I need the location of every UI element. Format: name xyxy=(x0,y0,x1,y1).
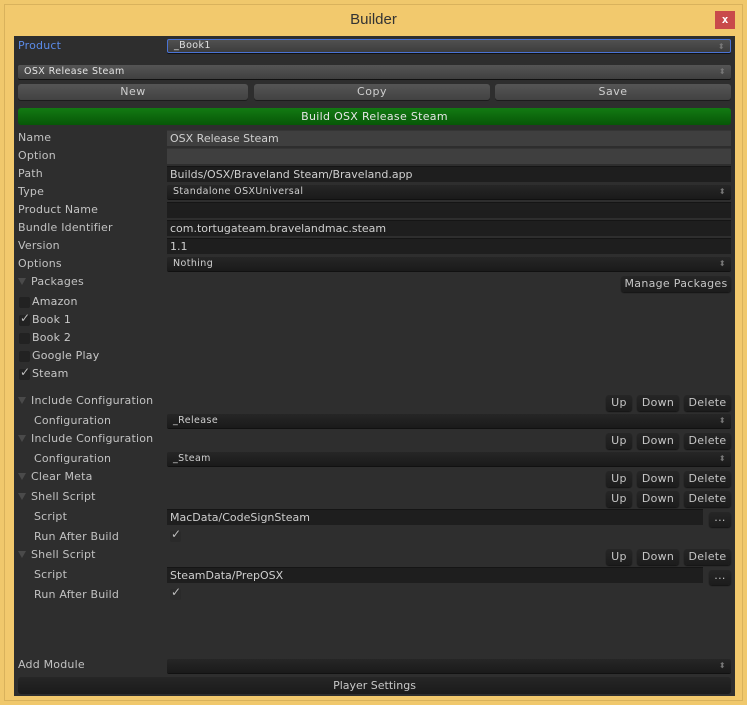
module-down-button[interactable]: Down xyxy=(637,395,679,411)
package-checkbox[interactable] xyxy=(19,297,30,308)
dropdown-arrows-icon: ⬍ xyxy=(718,259,726,268)
close-button[interactable]: x xyxy=(715,11,735,29)
module-delete-button[interactable]: Delete xyxy=(684,491,731,507)
product-value: _Book1 xyxy=(174,40,211,51)
option-input[interactable] xyxy=(167,148,731,164)
package-label: Amazon xyxy=(32,295,78,308)
product-name-input[interactable] xyxy=(167,202,731,218)
module-down-button[interactable]: Down xyxy=(637,549,679,565)
run-after-build-label: Run After Build xyxy=(34,530,120,543)
module-foldout-include-configuration[interactable]: Include Configuration xyxy=(18,392,153,410)
path-label: Path xyxy=(18,167,43,180)
script-label: Script xyxy=(34,568,68,581)
module-foldout-clear-meta[interactable]: Clear Meta xyxy=(18,468,93,486)
browse-button[interactable]: ... xyxy=(709,512,731,527)
product-dropdown[interactable]: _Book1 ⬍ xyxy=(167,39,731,53)
module-foldout-include-configuration[interactable]: Include Configuration xyxy=(18,430,153,448)
script-label: Script xyxy=(34,510,68,523)
run-after-build-checkbox[interactable]: ✓ xyxy=(170,527,181,542)
module-up-button[interactable]: Up xyxy=(606,433,632,449)
module-up-button[interactable]: Up xyxy=(606,471,632,487)
module-delete-button[interactable]: Delete xyxy=(684,471,731,487)
package-checkbox[interactable]: ✓ xyxy=(19,311,30,326)
options-value: Nothing xyxy=(173,258,214,269)
module-down-button[interactable]: Down xyxy=(637,471,679,487)
dropdown-arrows-icon: ⬍ xyxy=(718,67,726,76)
module-up-button[interactable]: Up xyxy=(606,491,632,507)
type-dropdown[interactable]: Standalone OSXUniversal ⬍ xyxy=(167,185,731,199)
module-delete-button[interactable]: Delete xyxy=(684,433,731,449)
module-delete-button[interactable]: Delete xyxy=(684,395,731,411)
build-button[interactable]: Build OSX Release Steam xyxy=(18,108,731,125)
module-up-button[interactable]: Up xyxy=(606,549,632,565)
name-label: Name xyxy=(18,131,52,144)
bundle-identifier-label: Bundle Identifier xyxy=(18,221,113,234)
packages-foldout[interactable]: Packages xyxy=(18,273,84,291)
version-input[interactable]: 1.1 xyxy=(167,238,731,254)
player-settings-button[interactable]: Player Settings xyxy=(18,677,731,694)
type-label: Type xyxy=(18,185,45,198)
name-input[interactable]: OSX Release Steam xyxy=(167,130,731,146)
configuration-dropdown[interactable]: OSX Release Steam ⬍ xyxy=(18,65,731,79)
module-up-button[interactable]: Up xyxy=(606,395,632,411)
options-dropdown[interactable]: Nothing ⬍ xyxy=(167,257,731,271)
check-icon: ✓ xyxy=(20,365,31,379)
options-label: Options xyxy=(18,257,62,270)
dropdown-arrows-icon: ⬍ xyxy=(718,187,726,196)
check-icon: ✓ xyxy=(20,311,31,325)
builder-panel: Product _Book1 ⬍ OSX Release Steam ⬍ New… xyxy=(14,36,735,696)
manage-packages-button[interactable]: Manage Packages xyxy=(621,276,731,292)
dropdown-arrows-icon: ⬍ xyxy=(717,42,725,51)
dropdown-arrows-icon: ⬍ xyxy=(718,454,726,463)
new-button[interactable]: New xyxy=(18,84,248,100)
package-label: Steam xyxy=(32,367,69,380)
configuration-label: Configuration xyxy=(34,452,112,465)
product-label: Product xyxy=(18,39,62,52)
window-title: Builder xyxy=(350,11,397,28)
option-label: Option xyxy=(18,149,56,162)
configuration-dropdown[interactable]: _Steam ⬍ xyxy=(167,452,731,466)
dropdown-arrows-icon: ⬍ xyxy=(718,416,726,425)
add-module-dropdown[interactable]: ⬍ xyxy=(167,659,731,673)
run-after-build-checkbox[interactable]: ✓ xyxy=(170,585,181,600)
builder-window: Builder x Product _Book1 ⬍ OSX Release S… xyxy=(4,4,743,701)
browse-button[interactable]: ... xyxy=(709,570,731,585)
package-label: Book 1 xyxy=(32,313,72,326)
script-input[interactable]: SteamData/PrepOSX xyxy=(167,567,703,583)
add-module-label: Add Module xyxy=(18,658,85,671)
configuration-label: Configuration xyxy=(34,414,112,427)
run-after-build-label: Run After Build xyxy=(34,588,120,601)
module-down-button[interactable]: Down xyxy=(637,491,679,507)
package-checkbox[interactable]: ✓ xyxy=(19,365,30,380)
configuration-value: _Release xyxy=(173,415,219,426)
script-input[interactable]: MacData/CodeSignSteam xyxy=(167,509,703,525)
module-foldout-shell-script[interactable]: Shell Script xyxy=(18,488,96,506)
type-value: Standalone OSXUniversal xyxy=(173,186,304,197)
dropdown-arrows-icon: ⬍ xyxy=(718,661,726,670)
bundle-identifier-input[interactable]: com.tortugateam.bravelandmac.steam xyxy=(167,220,731,236)
save-button[interactable]: Save xyxy=(495,84,731,100)
package-label: Book 2 xyxy=(32,331,72,344)
product-name-label: Product Name xyxy=(18,203,99,216)
version-label: Version xyxy=(18,239,60,252)
configuration-dropdown[interactable]: _Release ⬍ xyxy=(167,414,731,428)
module-foldout-shell-script[interactable]: Shell Script xyxy=(18,546,96,564)
configuration-value: _Steam xyxy=(173,453,211,464)
module-delete-button[interactable]: Delete xyxy=(684,549,731,565)
configuration-value: OSX Release Steam xyxy=(24,66,125,77)
check-icon: ✓ xyxy=(171,585,182,599)
path-input[interactable]: Builds/OSX/Braveland Steam/Braveland.app xyxy=(167,166,731,182)
package-checkbox[interactable] xyxy=(19,333,30,344)
package-checkbox[interactable] xyxy=(19,351,30,362)
copy-button[interactable]: Copy xyxy=(254,84,490,100)
module-down-button[interactable]: Down xyxy=(637,433,679,449)
package-label: Google Play xyxy=(32,349,100,362)
check-icon: ✓ xyxy=(171,527,182,541)
